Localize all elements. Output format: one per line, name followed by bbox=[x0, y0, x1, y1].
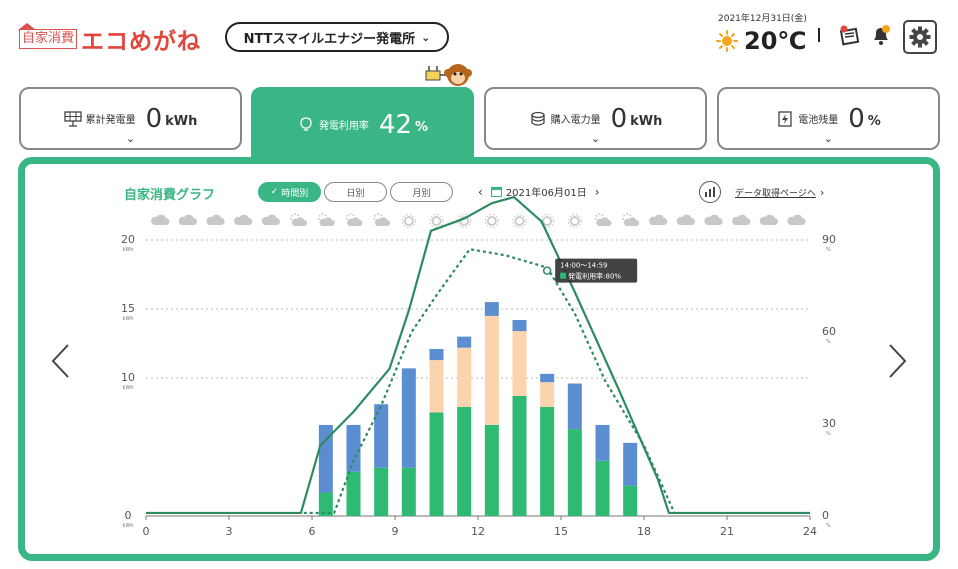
weather-cloud-icon bbox=[261, 214, 280, 226]
y-left-unit-label: kWh bbox=[122, 385, 133, 391]
weather-cloud-part bbox=[374, 217, 391, 226]
x-tick-label: 24 bbox=[803, 525, 817, 538]
x-tick-label: 0 bbox=[143, 525, 150, 538]
weather-cloud-part bbox=[319, 217, 335, 226]
x-tick-label: 9 bbox=[392, 525, 399, 538]
x-tick-label: 6 bbox=[309, 525, 316, 538]
bar-segment-green bbox=[346, 471, 361, 516]
bar-segment-green bbox=[374, 467, 389, 516]
weather-cloud-icon bbox=[787, 214, 806, 226]
tooltip-time: 14:00～14:59 bbox=[560, 262, 607, 270]
line-series-solid bbox=[146, 195, 810, 515]
bar-segment-green bbox=[623, 485, 638, 516]
weather-sun-icon bbox=[431, 216, 442, 226]
x-tick-label: 12 bbox=[471, 525, 485, 538]
weather-sun-icon bbox=[569, 216, 580, 226]
y-left-unit-label: kWh bbox=[122, 316, 133, 322]
tooltip-value: 発電利用率:80% bbox=[568, 272, 621, 281]
bar-segment-blue bbox=[512, 320, 527, 332]
y-left-tick-label: 15 bbox=[121, 302, 135, 315]
y-right-unit-label: % bbox=[826, 247, 831, 253]
weather-cloud-icon bbox=[704, 214, 723, 226]
bar-segment-blue bbox=[623, 442, 638, 486]
weather-cloud-part bbox=[596, 217, 612, 226]
weather-cloud-part bbox=[623, 217, 640, 226]
x-tick-label: 15 bbox=[554, 525, 568, 538]
x-tick-label: 21 bbox=[720, 525, 734, 538]
weather-cloud-icon bbox=[676, 214, 696, 226]
bar-segment-green bbox=[540, 406, 555, 516]
bar-segment-peach bbox=[457, 347, 472, 407]
bar-segment-blue bbox=[567, 383, 582, 430]
x-tick-label: 3 bbox=[226, 525, 233, 538]
weather-sun-icon bbox=[542, 216, 553, 226]
bar-segment-green bbox=[484, 424, 499, 516]
weather-cloud-part bbox=[347, 217, 363, 226]
bar-segment-peach bbox=[484, 315, 499, 425]
y-right-tick-label: 0 bbox=[822, 509, 829, 522]
weather-cloud-icon bbox=[206, 214, 225, 226]
bar-segment-green bbox=[567, 429, 582, 516]
y-left-unit-label: kWh bbox=[122, 523, 133, 529]
weather-sun-icon bbox=[486, 216, 497, 226]
y-right-tick-label: 90 bbox=[822, 233, 836, 246]
weather-cloud-part bbox=[291, 217, 308, 226]
weather-cloud-icon bbox=[759, 214, 778, 226]
y-left-tick-label: 20 bbox=[121, 233, 135, 246]
bar-segment-peach bbox=[540, 382, 555, 407]
y-right-unit-label: % bbox=[826, 339, 831, 345]
x-tick-label: 18 bbox=[637, 525, 651, 538]
y-right-unit-label: % bbox=[826, 431, 831, 437]
bar-segment-green bbox=[429, 412, 444, 516]
bar-segment-blue bbox=[457, 336, 472, 348]
bar-segment-peach bbox=[429, 360, 444, 413]
weather-cloud-icon bbox=[178, 214, 198, 226]
bar-segment-blue bbox=[429, 349, 444, 361]
weather-sun-icon bbox=[514, 216, 525, 226]
weather-sun-icon bbox=[403, 216, 414, 226]
bar-segment-peach bbox=[512, 331, 527, 396]
bar-segment-green bbox=[318, 492, 333, 516]
weather-cloud-icon bbox=[732, 214, 751, 226]
y-left-tick-label: 0 bbox=[125, 509, 132, 522]
weather-cloud-icon bbox=[234, 214, 253, 226]
weather-cloud-icon bbox=[649, 214, 668, 226]
bar-segment-blue bbox=[346, 424, 361, 472]
bar-segment-green bbox=[512, 395, 527, 516]
self-consumption-chart: 0kWh10kWh15kWh20kWh0%30%60%90%0 3 6 9 12 15 18… bbox=[121, 195, 836, 538]
y-right-unit-label: % bbox=[826, 523, 831, 529]
bar-segment-blue bbox=[540, 373, 555, 383]
bar-segment-green bbox=[595, 460, 610, 516]
y-left-unit-label: kWh bbox=[122, 247, 133, 253]
bar-segment-blue bbox=[595, 424, 610, 461]
weather-cloud-icon bbox=[151, 214, 170, 226]
tooltip-marker bbox=[542, 266, 552, 275]
bar-segment-blue bbox=[401, 368, 416, 468]
y-right-tick-label: 30 bbox=[822, 417, 836, 430]
bar-segment-green bbox=[457, 406, 472, 516]
y-left-tick-label: 10 bbox=[121, 371, 135, 384]
bar-segment-green bbox=[401, 467, 416, 516]
bar-segment-blue bbox=[484, 302, 499, 316]
tooltip-swatch bbox=[560, 272, 567, 279]
y-right-tick-label: 60 bbox=[822, 325, 836, 338]
